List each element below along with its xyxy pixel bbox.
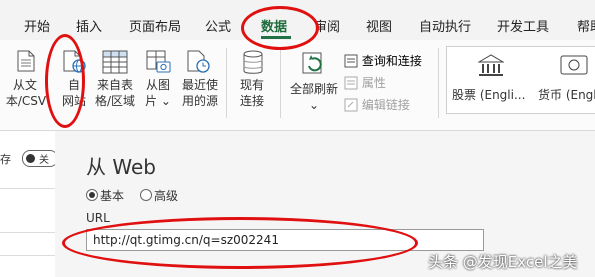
bank-building-icon <box>478 54 504 76</box>
ribbon-separator <box>280 48 281 118</box>
recent-sources-label-1: 最近使 <box>181 78 218 92</box>
database-cylinder-icon <box>243 50 263 74</box>
autosave-label: 存 <box>0 153 11 166</box>
basic-radio-label: 基本 <box>100 189 125 203</box>
recent-sources-label-2: 用的源 <box>181 94 218 108</box>
tab-help[interactable]: 帮助 <box>577 16 595 35</box>
refresh-all-dropdown-icon: ⌄ <box>308 98 320 112</box>
currencies-data-type-button[interactable]: 货币 (Engl <box>538 52 595 108</box>
refresh-icon <box>302 52 322 74</box>
annotation-circle-data-tab <box>241 6 319 50</box>
table-grid-icon <box>102 50 128 74</box>
properties-icon <box>344 76 358 90</box>
annotation-circle-from-web <box>45 34 85 128</box>
grid-line <box>0 188 55 189</box>
tab-insert[interactable]: 插入 <box>76 16 102 35</box>
advanced-radio-label: 高级 <box>154 189 179 203</box>
existing-connections-label-2: 连接 <box>239 94 264 108</box>
properties-label: 属性 <box>361 76 386 90</box>
ribbon-separator <box>226 48 227 118</box>
edit-links-label: 编辑链接 <box>361 98 410 112</box>
properties-button[interactable]: 属性 <box>344 74 386 91</box>
from-text-csv-label-2: 本/CSV <box>5 94 47 108</box>
existing-connections-button[interactable]: 现有 连接 <box>232 48 272 118</box>
picture-camera-icon <box>146 50 171 73</box>
from-table-label-1: 来自表 <box>96 78 133 92</box>
dialog-title: 从 Web <box>86 155 156 179</box>
from-picture-label-1: 从图 <box>145 78 170 92</box>
grid-line <box>0 232 55 233</box>
refresh-all-button[interactable]: 全部刷新 ⌄ <box>286 48 342 118</box>
from-text-csv-button[interactable]: 从文 本/CSV <box>2 48 48 118</box>
refresh-all-label: 全部刷新 <box>289 82 338 96</box>
recent-clock-icon <box>187 50 210 73</box>
queries-connections-label: 查询和连接 <box>361 54 422 68</box>
edit-links-icon <box>344 98 358 112</box>
from-picture-label-2: 片 ⌄ <box>145 94 171 108</box>
toggle-knob <box>26 154 35 163</box>
from-picture-button[interactable]: 从图 片 ⌄ <box>140 48 176 118</box>
recent-sources-button[interactable]: 最近使 用的源 <box>178 48 222 118</box>
queries-connections-button[interactable]: 查询和连接 <box>344 52 422 69</box>
from-text-csv-label-1: 从文 <box>12 78 37 92</box>
grid-line <box>0 255 55 256</box>
tab-view[interactable]: 视图 <box>366 16 392 35</box>
tab-page-layout[interactable]: 页面布局 <box>129 16 181 35</box>
ribbon-separator <box>438 48 439 118</box>
annotation-circle-url <box>62 217 418 269</box>
basic-radio[interactable] <box>86 189 98 201</box>
tab-automate[interactable]: 自动执行 <box>419 16 471 35</box>
existing-connections-label-1: 现有 <box>239 78 264 92</box>
stocks-data-type-button[interactable]: 股票 (Engli... <box>452 52 528 108</box>
edit-links-button[interactable]: 编辑链接 <box>344 96 410 113</box>
radio-selected-dot <box>89 192 95 198</box>
from-table-range-button[interactable]: 来自表 格/区域 <box>92 48 138 118</box>
currency-coins-icon <box>560 55 588 75</box>
from-table-label-2: 格/区域 <box>94 94 136 108</box>
tab-home[interactable]: 开始 <box>24 16 50 35</box>
autosave-toggle-label: 关 <box>39 155 49 166</box>
advanced-radio[interactable] <box>140 189 152 201</box>
currencies-label: 货币 (Engl <box>538 88 595 102</box>
queries-icon <box>344 54 358 68</box>
url-label: URL <box>86 211 110 225</box>
autosave-toggle[interactable]: 关 <box>22 150 58 167</box>
tab-developer[interactable]: 开发工具 <box>497 16 549 35</box>
text-file-icon <box>17 50 35 72</box>
tab-formulas[interactable]: 公式 <box>205 16 231 35</box>
stocks-label: 股票 (Engli... <box>452 88 526 102</box>
watermark: 头条 @发现Excel之美 <box>428 253 578 271</box>
